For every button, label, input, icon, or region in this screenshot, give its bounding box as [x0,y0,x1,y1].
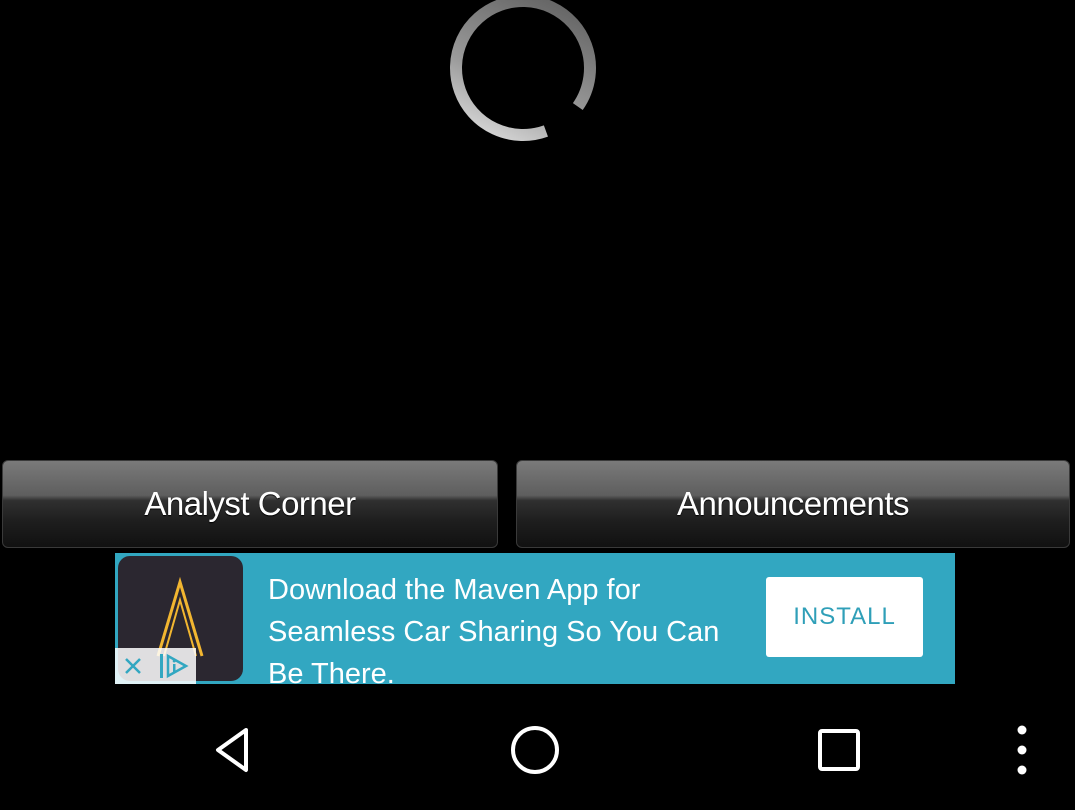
announcements-button[interactable]: Announcements [516,460,1070,548]
adchoices-icon[interactable] [151,648,196,684]
more-vert-icon[interactable] [987,715,1057,785]
recents-icon[interactable] [804,715,874,785]
back-icon[interactable] [198,715,268,785]
loading-spinner-icon [446,0,600,144]
announcements-label: Announcements [677,485,910,522]
navigation-bar [0,690,1075,810]
install-button[interactable]: INSTALL [766,577,923,657]
install-label: INSTALL [793,603,896,630]
close-icon[interactable] [115,648,151,684]
ad-choices-bar [115,648,196,684]
home-icon[interactable] [500,715,570,785]
ad-headline: Download the Maven App for Seamless Car … [268,574,720,684]
ad-banner[interactable]: Download the Maven App for Seamless Car … [115,553,955,684]
screen: Analyst Corner Announcements Download th… [0,0,1075,810]
analyst-corner-button[interactable]: Analyst Corner [2,460,498,548]
analyst-corner-label: Analyst Corner [144,485,356,522]
